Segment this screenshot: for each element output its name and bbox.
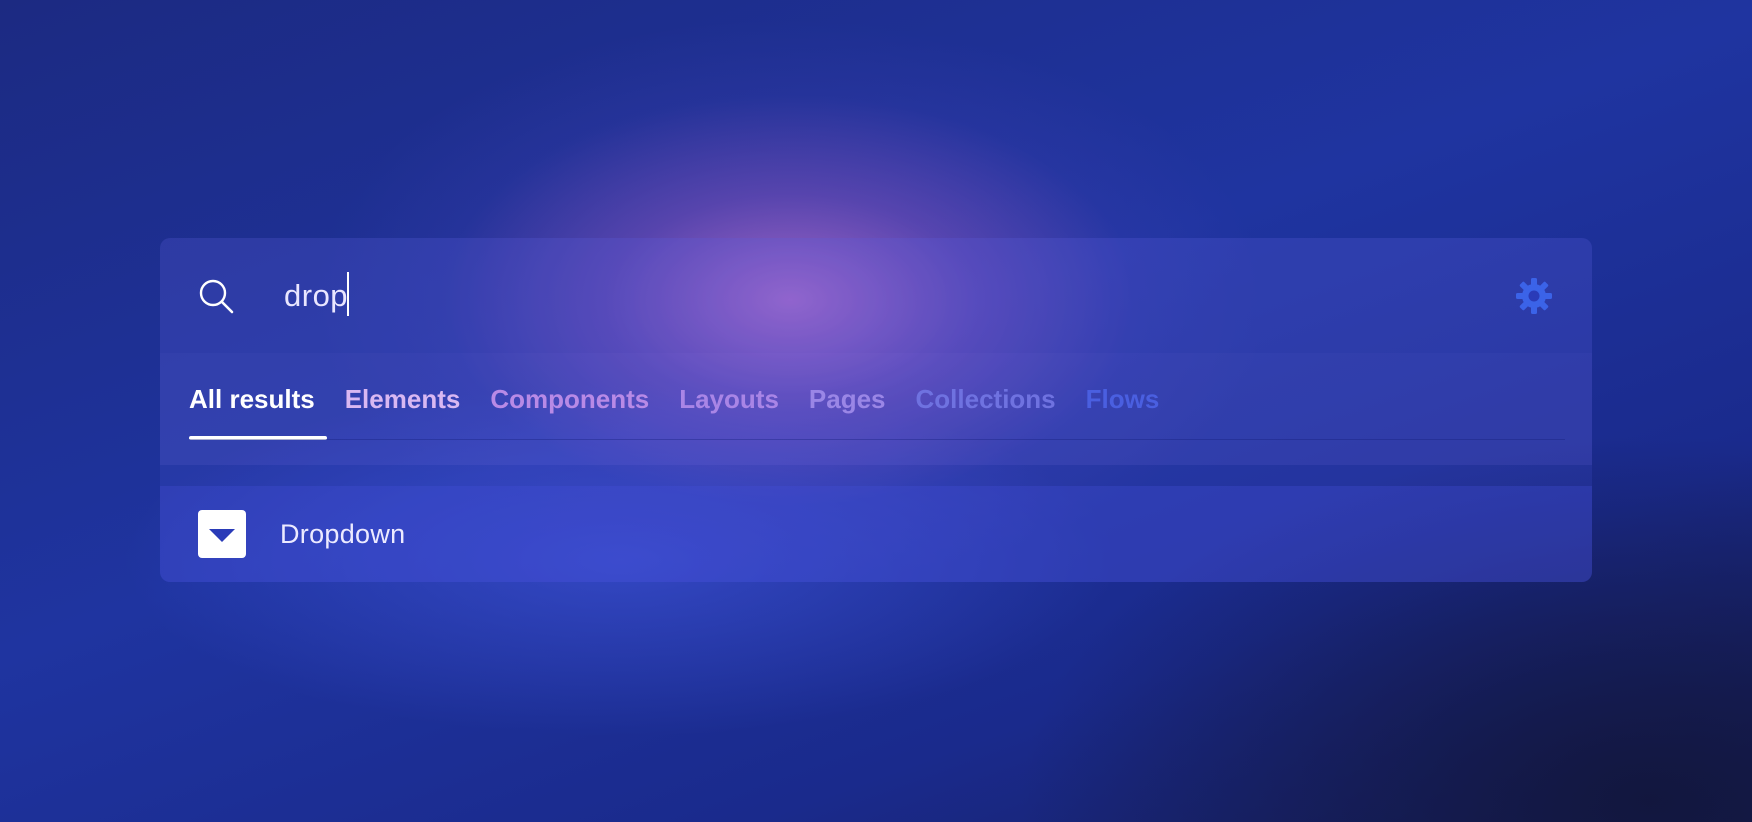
tab-pages[interactable]: Pages — [809, 382, 886, 416]
result-label: Dropdown — [280, 519, 406, 549]
tab-layouts[interactable]: Layouts — [679, 382, 779, 416]
result-item-dropdown[interactable]: Dropdown — [160, 486, 1592, 582]
gear-icon[interactable] — [1514, 276, 1554, 316]
dropdown-icon — [198, 510, 246, 558]
filter-tabs: All results Elements Components Layouts … — [189, 382, 1189, 416]
tab-all-results[interactable]: All results — [189, 382, 315, 416]
tab-components[interactable]: Components — [490, 382, 649, 416]
search-bar — [160, 238, 1592, 353]
search-icon — [196, 276, 236, 316]
text-caret — [347, 272, 349, 316]
results-list: Dropdown — [160, 486, 1592, 582]
tab-collections[interactable]: Collections — [916, 382, 1056, 416]
search-input[interactable] — [276, 268, 1384, 324]
command-palette: All results Elements Components Layouts … — [160, 238, 1592, 582]
tabs-divider — [189, 439, 1565, 440]
tab-flows[interactable]: Flows — [1086, 382, 1160, 416]
tab-elements[interactable]: Elements — [345, 382, 461, 416]
filter-tabs-bar: All results Elements Components Layouts … — [160, 353, 1592, 465]
